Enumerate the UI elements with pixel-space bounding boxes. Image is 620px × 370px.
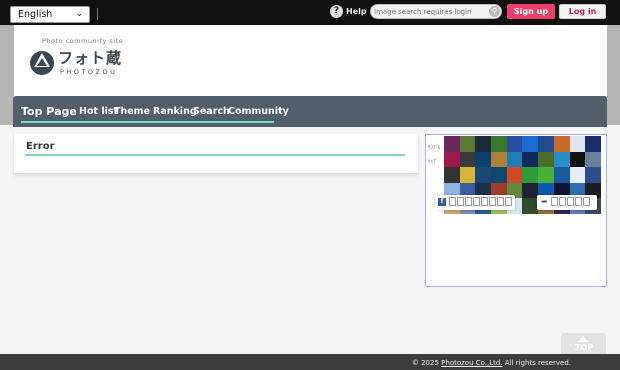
photo-thumbnail[interactable]: [522, 167, 539, 183]
nav-search[interactable]: Search: [193, 106, 230, 117]
heading-underline: [25, 154, 405, 156]
help-link[interactable]: Help: [346, 7, 367, 16]
share-label-glyphs: [551, 197, 590, 206]
help-icon[interactable]: ?: [330, 5, 343, 18]
photo-thumbnail[interactable]: [459, 167, 476, 183]
photo-thumbnail[interactable]: [475, 167, 492, 183]
share-button[interactable]: ➦: [537, 195, 597, 210]
photo-thumbnail[interactable]: [444, 167, 460, 183]
nav-top-page[interactable]: Top Page: [21, 105, 77, 118]
arrow-up-icon: [578, 336, 588, 342]
photo-thumbnail[interactable]: [475, 136, 492, 152]
language-select[interactable]: English ⌄: [10, 6, 90, 23]
photo-thumbnail[interactable]: [569, 151, 586, 168]
photo-thumbnail[interactable]: [585, 136, 601, 152]
copyright: © 2025 Photozou Co.,Ltd. All rights rese…: [412, 359, 571, 367]
back-to-top-label: TOP: [575, 343, 594, 352]
photo-thumbnail[interactable]: [522, 198, 539, 214]
photo-thumbnail[interactable]: [553, 136, 570, 152]
photo-thumbnail[interactable]: [538, 136, 554, 152]
share-icon: ➦: [541, 197, 548, 206]
photo-thumbnail[interactable]: [585, 151, 601, 168]
photo-thumbnail[interactable]: [569, 136, 586, 152]
sidebar-label: ｻﾝﾌﾟﾙ: [428, 145, 441, 151]
photo-thumbnail[interactable]: [569, 167, 586, 183]
photo-thumbnail[interactable]: [506, 136, 523, 152]
right-strip: [605, 25, 620, 125]
company-link[interactable]: Photozou Co.,Ltd.: [441, 359, 502, 367]
photo-thumbnail[interactable]: [491, 151, 507, 168]
photo-thumbnail[interactable]: [538, 151, 554, 168]
facebook-share-button[interactable]: f: [435, 195, 515, 210]
photo-thumbnail[interactable]: [506, 167, 523, 183]
photo-thumbnail[interactable]: [553, 167, 570, 183]
photo-thumbnail[interactable]: [553, 151, 570, 168]
photo-thumbnail[interactable]: [491, 167, 507, 183]
search-input[interactable]: [370, 4, 502, 19]
nav-ranking[interactable]: Ranking: [153, 106, 197, 117]
photo-thumbnail[interactable]: [538, 167, 554, 183]
photo-thumbnail[interactable]: [491, 136, 507, 152]
photo-thumbnail[interactable]: [459, 151, 476, 168]
photo-thumbnail[interactable]: [522, 136, 539, 152]
facebook-icon: f: [438, 198, 446, 206]
copyright-suffix: All rights reserved.: [504, 359, 571, 367]
photo-thumbnail[interactable]: [522, 151, 539, 168]
photo-thumbnail[interactable]: [444, 136, 460, 152]
sidebar-label: ﾄｯﾌﾟ: [428, 159, 439, 165]
share-label-glyphs: [449, 197, 512, 206]
logo-subtitle: PHOTOZOU: [60, 68, 118, 76]
photo-thumbnail[interactable]: [506, 151, 523, 168]
nav-community[interactable]: Community: [228, 106, 289, 117]
nav-active-underline: [21, 121, 274, 123]
signup-button[interactable]: Sign up: [507, 4, 555, 19]
chevron-down-icon: ⌄: [75, 9, 83, 19]
nav-theme[interactable]: Theme: [114, 106, 150, 117]
photo-thumbnail[interactable]: [585, 167, 601, 183]
logo-text: フォト蔵: [58, 49, 123, 67]
photo-thumbnail[interactable]: [444, 151, 460, 168]
photo-thumbnail[interactable]: [522, 182, 539, 199]
site-tagline: Photo community site: [42, 37, 124, 45]
login-button[interactable]: Log in: [559, 4, 606, 19]
copyright-prefix: © 2025: [411, 359, 439, 367]
language-value: English: [18, 9, 53, 20]
photo-thumbnail[interactable]: [475, 151, 492, 168]
nav-hot-list[interactable]: Hot list: [79, 106, 118, 117]
error-heading: Error: [26, 141, 55, 152]
search-icon[interactable]: ⚲: [489, 6, 500, 17]
photo-thumbnail[interactable]: [459, 136, 476, 152]
divider: [97, 8, 98, 20]
